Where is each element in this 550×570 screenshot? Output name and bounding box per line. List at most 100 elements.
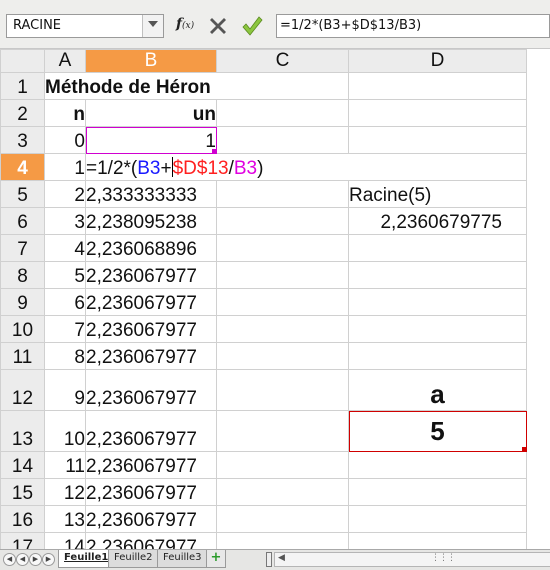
cell-c10[interactable] (216, 315, 349, 343)
row-header[interactable]: 11 (0, 342, 45, 370)
last-sheet-icon[interactable]: ▶ (42, 553, 55, 566)
cell-c6[interactable] (216, 207, 349, 235)
prev-sheet-icon[interactable]: ◀ (16, 553, 29, 566)
row-header[interactable]: 6 (0, 207, 45, 235)
cell-d3[interactable] (348, 126, 527, 154)
tab-feuille3[interactable]: Feuille3 (157, 550, 208, 568)
cell-d11[interactable] (348, 342, 527, 370)
cell-a8[interactable]: 5 (44, 261, 86, 289)
cell-c11[interactable] (216, 342, 349, 370)
row-header[interactable]: 7 (0, 234, 45, 262)
cell-d5[interactable]: Racine(5) (348, 180, 527, 208)
cell-d4[interactable] (348, 153, 527, 181)
cell-b16[interactable]: 2,236067977 (85, 505, 217, 533)
cell-b13[interactable]: 2,236067977 (85, 410, 217, 452)
row-header[interactable]: 5 (0, 180, 45, 208)
row-header[interactable]: 2 (0, 99, 45, 127)
cell-a3[interactable]: 0 (44, 126, 86, 154)
cell-b5[interactable]: 2,333333333 (85, 180, 217, 208)
cell-b12[interactable]: 2,236067977 (85, 369, 217, 411)
cell-d16[interactable] (348, 505, 527, 533)
tab-splitter-handle[interactable] (266, 552, 272, 567)
cell-a11[interactable]: 8 (44, 342, 86, 370)
cell-d13-referenced[interactable]: 5 (348, 410, 527, 452)
row-header[interactable]: 12 (0, 369, 45, 411)
cell-a2[interactable]: n (44, 99, 86, 127)
cell-a6[interactable]: 3 (44, 207, 86, 235)
horizontal-scrollbar[interactable]: ◀ ⋮⋮⋮ (274, 552, 550, 567)
cell-d14[interactable] (348, 451, 527, 479)
next-sheet-icon[interactable]: ▶ (29, 553, 42, 566)
scroll-left-icon[interactable]: ◀ (278, 553, 285, 563)
cell-d7[interactable] (348, 234, 527, 262)
cell-c8[interactable] (216, 261, 349, 289)
function-wizard-icon[interactable]: f(x) (176, 16, 194, 32)
cell-d9[interactable] (348, 288, 527, 316)
row-header[interactable]: 3 (0, 126, 45, 154)
cell-d12[interactable]: a (348, 369, 527, 411)
row-header[interactable]: 10 (0, 315, 45, 343)
tab-feuille1[interactable]: Feuille1 (58, 550, 115, 568)
cell-b2[interactable]: un (85, 99, 217, 127)
cell-c14[interactable] (216, 451, 349, 479)
cell-d15[interactable] (348, 478, 527, 506)
row-header-active[interactable]: 4 (0, 153, 45, 181)
cell-c9[interactable] (216, 288, 349, 316)
cell-a7[interactable]: 4 (44, 234, 86, 262)
cell-d2[interactable] (348, 99, 527, 127)
cell-b15[interactable]: 2,236067977 (85, 478, 217, 506)
cell-d1[interactable] (348, 72, 527, 100)
cell-c16[interactable] (216, 505, 349, 533)
cell-a13[interactable]: 10 (44, 410, 86, 452)
cell-d10[interactable] (348, 315, 527, 343)
row-header[interactable]: 16 (0, 505, 45, 533)
row-header[interactable]: 9 (0, 288, 45, 316)
cell-b4-editing[interactable]: =1/2*(B3+$D$13/B3) (85, 153, 349, 181)
cell-c15[interactable] (216, 478, 349, 506)
column-header-a[interactable]: A (44, 49, 86, 73)
cell-a10[interactable]: 7 (44, 315, 86, 343)
cell-a15[interactable]: 12 (44, 478, 86, 506)
sheet-title-cell[interactable]: Méthode de Héron (44, 72, 349, 100)
select-all-corner[interactable] (0, 49, 45, 73)
column-header-d[interactable]: D (348, 49, 527, 73)
cell-b14[interactable]: 2,236067977 (85, 451, 217, 479)
first-sheet-icon[interactable]: ◀ (3, 553, 16, 566)
column-header-b[interactable]: B (85, 49, 217, 73)
cell-d6[interactable]: 2,2360679775 (348, 207, 527, 235)
cell-a14[interactable]: 11 (44, 451, 86, 479)
cell-b3-referenced[interactable]: 1 (85, 126, 217, 154)
cell-a17[interactable]: 14 (44, 532, 86, 549)
cell-a12[interactable]: 9 (44, 369, 86, 411)
cell-b8[interactable]: 2,236067977 (85, 261, 217, 289)
row-header[interactable]: 15 (0, 478, 45, 506)
row-header[interactable]: 17 (0, 532, 45, 549)
cell-c12[interactable] (216, 369, 349, 411)
row-header[interactable]: 1 (0, 72, 45, 100)
cell-c13[interactable] (216, 410, 349, 452)
cell-b9[interactable]: 2,236067977 (85, 288, 217, 316)
cell-d17[interactable] (348, 532, 527, 549)
cell-d8[interactable] (348, 261, 527, 289)
row-header[interactable]: 14 (0, 451, 45, 479)
cell-c17[interactable] (216, 532, 349, 549)
cell-b10[interactable]: 2,236067977 (85, 315, 217, 343)
cell-a16[interactable]: 13 (44, 505, 86, 533)
row-header[interactable]: 8 (0, 261, 45, 289)
accept-check-icon[interactable] (240, 14, 264, 38)
cell-b17[interactable]: 2,236067977 (85, 532, 217, 549)
cell-a9[interactable]: 6 (44, 288, 86, 316)
cell-a5[interactable]: 2 (44, 180, 86, 208)
cell-b7[interactable]: 2,236068896 (85, 234, 217, 262)
name-box-dropdown-button[interactable] (142, 15, 163, 37)
cell-c2[interactable] (216, 99, 349, 127)
row-header[interactable]: 13 (0, 410, 45, 452)
cell-a4[interactable]: 1 (44, 153, 86, 181)
cell-c7[interactable] (216, 234, 349, 262)
cell-b6[interactable]: 2,238095238 (85, 207, 217, 235)
range-handle[interactable] (522, 447, 526, 451)
cell-c3[interactable] (216, 126, 349, 154)
column-header-c[interactable]: C (216, 49, 349, 73)
tab-feuille2[interactable]: Feuille2 (108, 550, 159, 568)
formula-input[interactable]: =1/2*(B3+$D$13/B3) (276, 14, 550, 38)
